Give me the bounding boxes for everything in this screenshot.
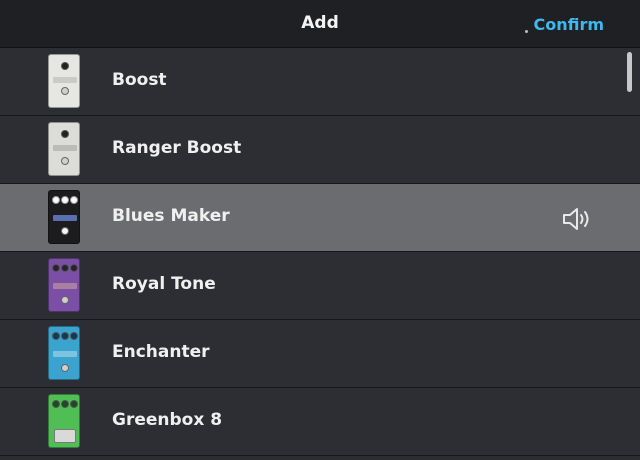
pedal-knob: [70, 400, 78, 408]
pedal-footswitch: [61, 364, 69, 372]
pedal-knob: [52, 400, 60, 408]
speaker-icon[interactable]: [562, 206, 594, 232]
effects-list[interactable]: Boost Ranger Boost Blues Maker Royal Ton…: [0, 48, 640, 460]
pedal-knob: [61, 130, 69, 138]
pedal-knob: [61, 196, 69, 204]
pedal-knob: [61, 62, 69, 70]
pedal-plate: [53, 77, 77, 83]
pedal-knob: [52, 264, 60, 272]
blues-maker-pedal-icon: [48, 190, 80, 244]
header-dot: [525, 30, 528, 33]
enchanter-pedal-icon: [48, 326, 80, 380]
list-item-label: Ranger Boost: [112, 138, 242, 158]
ranger-boost-pedal-icon: [48, 122, 80, 176]
pedal-footswitch: [61, 87, 69, 95]
pedal-knob: [70, 264, 78, 272]
add-effect-screen: Add Confirm Boost Ranger Boost Blues Mak…: [0, 0, 640, 460]
pedal-knob: [70, 332, 78, 340]
pedal-knob: [52, 332, 60, 340]
list-item-greenbox-8[interactable]: Greenbox 8: [0, 388, 640, 456]
header-bar: Add Confirm: [0, 0, 640, 48]
confirm-button[interactable]: Confirm: [533, 15, 604, 34]
greenbox-8-pedal-icon: [48, 394, 80, 448]
list-item-royal-tone[interactable]: Royal Tone: [0, 252, 640, 320]
pedal-plate: [53, 351, 77, 357]
scrollbar[interactable]: [627, 52, 632, 92]
list-item-label: Blues Maker: [112, 206, 230, 226]
list-item-label: Enchanter: [112, 342, 210, 362]
pedal-plate: [53, 283, 77, 289]
pedal-plate: [53, 145, 77, 151]
list-item-blues-maker[interactable]: Blues Maker: [0, 184, 640, 252]
boost-pedal-icon: [48, 54, 80, 108]
pedal-knob: [61, 400, 69, 408]
list-item-enchanter[interactable]: Enchanter: [0, 320, 640, 388]
pedal-knob: [61, 332, 69, 340]
pedal-knob: [61, 264, 69, 272]
list-item-boost[interactable]: Boost: [0, 48, 640, 116]
pedal-knob: [70, 196, 78, 204]
list-item-label: Royal Tone: [112, 274, 216, 294]
list-item-ranger-boost[interactable]: Ranger Boost: [0, 116, 640, 184]
pedal-plate: [53, 215, 77, 221]
royal-tone-pedal-icon: [48, 258, 80, 312]
list-item-label: Boost: [112, 70, 167, 90]
pedal-footswitch: [61, 227, 69, 235]
pedal-pad: [54, 429, 76, 443]
pedal-footswitch: [61, 157, 69, 165]
pedal-knob: [52, 196, 60, 204]
list-item-label: Greenbox 8: [112, 410, 223, 430]
pedal-footswitch: [61, 296, 69, 304]
